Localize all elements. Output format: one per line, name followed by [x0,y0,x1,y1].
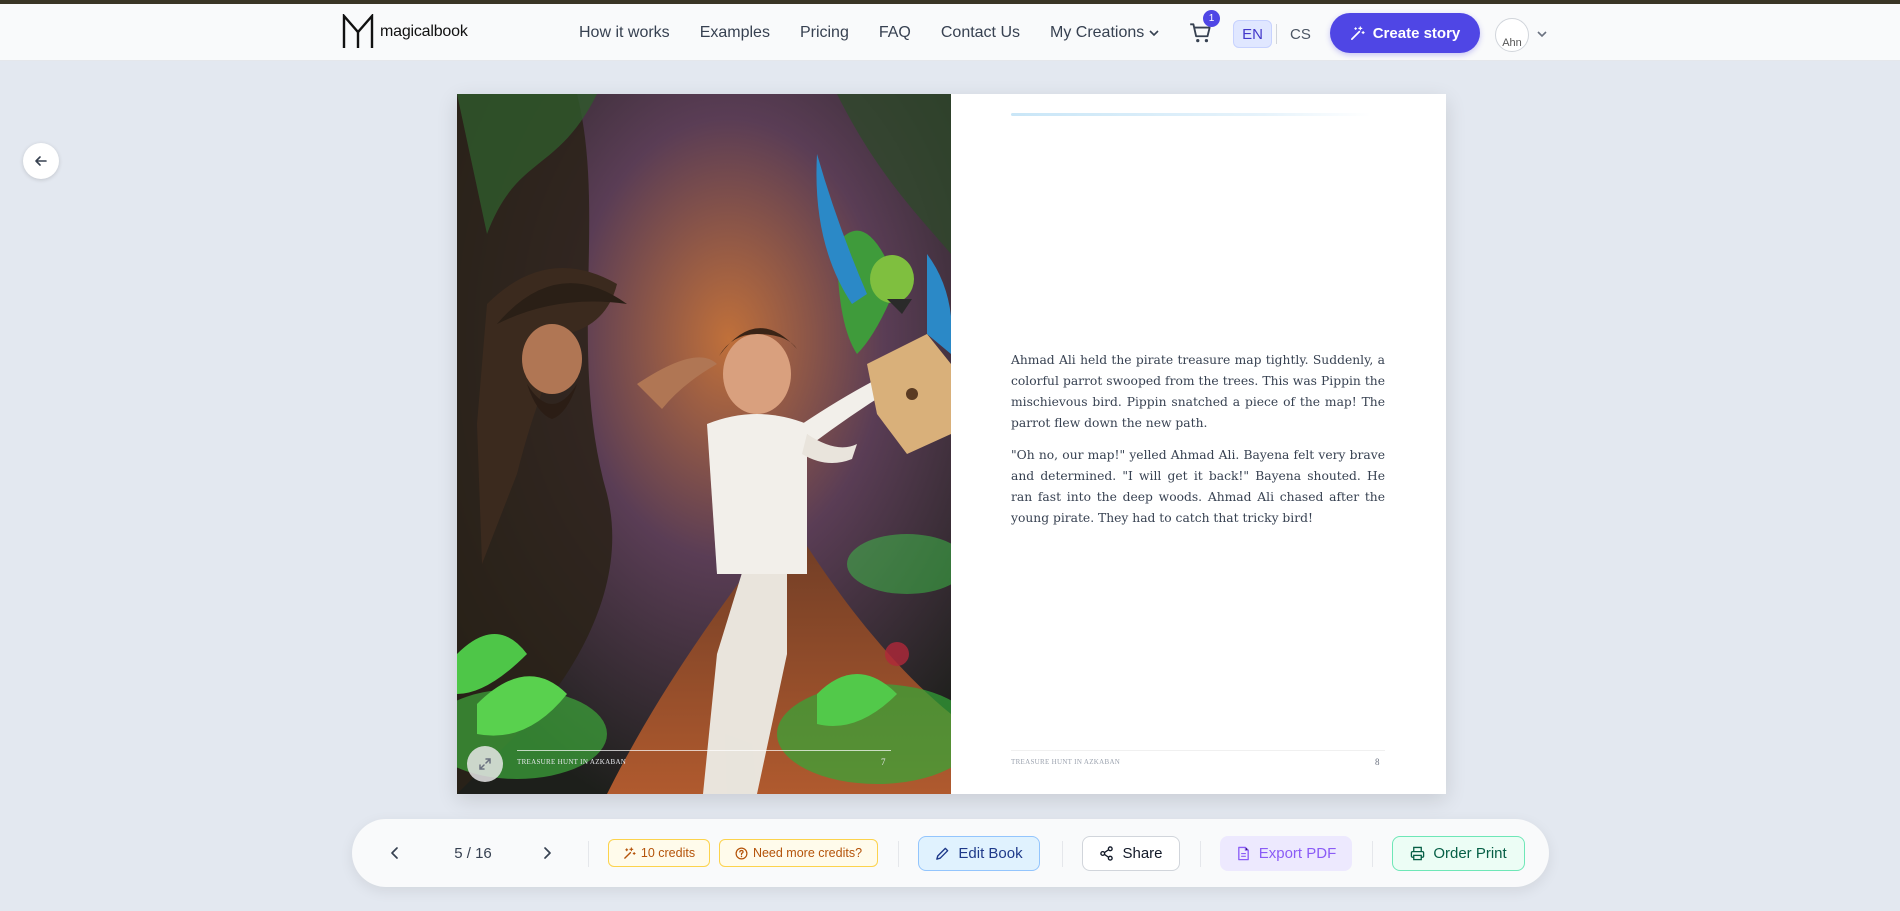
story-illustration [457,94,951,794]
chevron-right-icon [544,847,551,859]
book-footer-title: TREASURE HUNT IN AZKABAN [1011,758,1121,766]
nav-pricing[interactable]: Pricing [800,24,849,42]
create-story-label: Create story [1372,24,1461,42]
expand-image-button[interactable] [467,746,503,782]
book-page-left: TREASURE HUNT IN AZKABAN 7 [457,94,951,794]
lang-cs-button[interactable]: CS [1290,20,1311,48]
toolbar-divider [1372,841,1373,867]
toolbar-divider [1062,841,1063,867]
edit-book-button[interactable]: Edit Book [918,836,1040,871]
page-number-left: 7 [881,757,886,767]
nav-my-creations-label: My Creations [1050,23,1145,41]
expand-icon [479,758,491,770]
order-print-button[interactable]: Order Print [1392,836,1525,871]
need-more-credits-label: Need more credits? [752,846,863,860]
cart-count-badge: 1 [1203,10,1220,27]
m-logo-icon [342,14,374,48]
chevron-down-icon[interactable] [1536,28,1548,40]
order-print-label: Order Print [1433,845,1507,862]
share-button[interactable]: Share [1082,836,1180,871]
main-nav: How it works Examples Pricing FAQ Contac… [579,4,1160,61]
page-indicator: 5 / 16 [454,844,492,862]
printer-icon [1411,846,1425,861]
lang-en-button[interactable]: EN [1233,20,1272,48]
share-icon [1100,846,1114,861]
site-header: magicalbook How it works Examples Pricin… [0,4,1900,61]
nav-faq[interactable]: FAQ [879,24,911,42]
story-text: Ahmad Ali held the pirate treasure map t… [1011,350,1385,540]
user-avatar[interactable]: Ahn [1495,18,1529,52]
nav-how-it-works[interactable]: How it works [579,24,670,42]
nav-my-creations[interactable]: My Creations [1050,24,1160,42]
nav-contact-us[interactable]: Contact Us [941,24,1020,42]
bottom-toolbar: 5 / 16 10 credits Need more credits? Edi… [352,819,1549,887]
pencil-icon [936,847,949,860]
sparkles-icon [624,846,636,859]
toolbar-divider [1200,841,1201,867]
file-pdf-icon [1237,846,1249,861]
story-paragraph: "Oh no, our map!" yelled Ahmad Ali. Baye… [1011,448,1385,525]
story-paragraph: Ahmad Ali held the pirate treasure map t… [1011,353,1385,430]
toolbar-divider [588,841,589,867]
brand-logo[interactable]: magicalbook [342,14,468,50]
lang-divider [1276,24,1277,44]
share-label: Share [1122,845,1163,862]
credits-label: 10 credits [640,846,696,860]
edit-book-label: Edit Book [958,845,1023,862]
book-page-right: Ahmad Ali held the pirate treasure map t… [951,94,1446,794]
magic-wand-icon [1350,25,1365,40]
nav-examples[interactable]: Examples [700,24,770,42]
next-page-button[interactable] [537,843,557,863]
page-accent-line [1011,113,1371,116]
credits-badge[interactable]: 10 credits [608,839,710,867]
chevron-down-icon [1149,29,1159,36]
avatar-alt-text: Ahn [1502,37,1522,49]
chevron-left-icon [391,847,398,859]
previous-page-button[interactable] [385,843,405,863]
arrow-left-icon [35,156,47,166]
toolbar-divider [898,841,899,867]
back-button[interactable] [23,143,59,179]
export-pdf-label: Export PDF [1258,845,1337,862]
help-circle-icon [735,847,748,859]
footer-rule [517,750,891,751]
book-footer-title: TREASURE HUNT IN AZKABAN [517,758,627,766]
brand-name: magicalbook [380,23,468,40]
footer-rule [1011,750,1385,751]
book-spread: TREASURE HUNT IN AZKABAN 7 Ahmad Ali hel… [457,94,1446,794]
need-more-credits-button[interactable]: Need more credits? [719,839,878,867]
export-pdf-button[interactable]: Export PDF [1220,836,1352,871]
create-story-button[interactable]: Create story [1330,13,1480,53]
page-number-right: 8 [1375,757,1380,767]
